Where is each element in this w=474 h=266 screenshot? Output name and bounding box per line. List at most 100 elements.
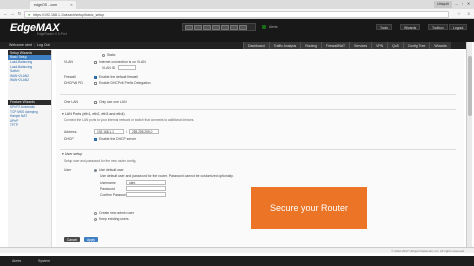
address-bar-row: ← → ↻ ● https://192.168.1.1/wizard/setup… [0,9,474,19]
tab-title: edgeOS - com [34,3,58,7]
port-icon [203,25,211,30]
address-input[interactable]: 192.168.1.1 [94,129,124,134]
user-note: Setup user and password for the new rout… [64,159,137,163]
password-input[interactable] [126,186,166,191]
reload-icon[interactable]: ↻ [17,11,22,17]
tab-wizards[interactable]: Wizards [429,42,451,49]
footer: © 2012-2017 Ubiquiti Networks, Inc. All … [0,247,474,253]
use-default-radio[interactable] [94,168,97,172]
tools-button[interactable]: Tools [376,24,392,30]
dhcpv6-label: DHCPv6 PD [64,81,83,85]
password-label: Password [100,187,115,191]
welcome-user: Welcome ubnt [9,43,32,47]
vlan-checkbox[interactable] [94,60,97,64]
cancel-button[interactable]: Cancel [64,237,80,242]
create-new-radio[interactable] [94,211,97,215]
toolbox-button[interactable]: Toolbox [428,24,448,30]
port-icon [185,25,193,30]
back-icon[interactable]: ← [3,11,8,17]
minimize-icon[interactable]: – [454,1,459,7]
dhcp-server-checkbox[interactable] [94,137,97,141]
promo-text: Secure your Router [269,203,349,213]
lock-icon: ● [28,12,31,17]
profile-button[interactable]: Ubiquiti [434,1,452,8]
url-text: https://192.168.1.1/wizard/setup/basic_s… [33,12,105,17]
close-tab-icon[interactable]: ✕ [70,3,73,7]
apply-button[interactable]: Apply [84,237,98,242]
keep-existing-label: Keep existing users [99,217,129,221]
lan-note: Connect the LAN ports to your internal n… [64,118,195,122]
confirm-password-label: Confirm Password [100,193,128,197]
scrollbar-thumb[interactable] [468,56,472,116]
wizards-button[interactable]: Wizards [400,24,421,30]
system-tab[interactable]: System [38,259,50,263]
app-header: EdgeMAX EdgeRouter X 5-Port Alerts Tools… [0,19,474,42]
tab-firewall-nat[interactable]: Firewall/NAT [320,42,350,49]
device-subtitle: EdgeRouter X 5-Port [37,32,67,36]
main-nav: Welcome ubnt | Log Out Dashboard Traffic A… [0,42,466,49]
firewall-label: Firewall [64,75,76,79]
use-default-label: Use default user [99,168,124,172]
promo-banner: Secure your Router [251,187,367,229]
tab-qos[interactable]: QoS [387,42,403,49]
welcome-text: Welcome ubnt | Log Out [9,43,50,47]
port-icon [212,25,220,30]
wizard-sidebar: Setup Wizards Basic Setup Load-Balancing… [8,50,52,247]
firewall-checkbox[interactable] [94,75,97,79]
username-label: Username [100,181,116,185]
user-hint: Use default user and password for the ro… [100,174,234,178]
dhcp-row: Static [64,53,115,57]
tab-services[interactable]: Services [349,42,372,49]
dhcp-server-label: DHCP [64,137,74,141]
user-section-title[interactable]: ▾ User setup [62,152,82,156]
close-window-icon[interactable]: ✕ [466,1,471,7]
divider [60,109,456,110]
static-label: Static [107,53,116,57]
status-led-icon [262,25,266,29]
status-text: Alerts [269,25,278,29]
vlan-id-label: VLAN ID [102,66,116,70]
bottom-bar: Alerts System [0,256,474,266]
tab-dashboard[interactable]: Dashboard [243,42,269,49]
menu-icon[interactable]: ≡ [467,11,470,16]
address-bar[interactable]: ● https://192.168.1.1/wizard/setup/basic… [24,10,449,18]
keep-existing-radio[interactable] [94,217,97,221]
port-status-panel [182,23,256,31]
page-scrollbar[interactable] [466,42,472,247]
vlan-id-input[interactable] [118,65,136,70]
netmask-input[interactable]: 255.255.255.0 [129,129,159,134]
confirm-password-input[interactable] [126,192,166,197]
firewall-option: Enable the default firewall [94,75,138,79]
nav-tabs: Dashboard Traffic Analysis Routing Firew… [243,42,451,49]
dhcpv6-checkbox[interactable] [94,81,97,85]
copyright-text: © 2012-2017 Ubiquiti Networks, Inc. All … [391,249,464,253]
tab-routing[interactable]: Routing [300,42,321,49]
dhcpv6-option: Enable DHCPv6 Prefix Delegation [94,81,150,85]
one-lan-checkbox[interactable] [94,100,97,104]
port-icon [239,25,247,30]
firewall-check-label: Enable the default firewall [99,75,138,79]
tab-vpn[interactable]: VPN [371,42,388,49]
logout-link[interactable]: Log Out [37,43,50,47]
divider [60,94,456,95]
forward-icon[interactable]: → [10,11,15,17]
sidebar-item-tftp[interactable]: TFTP [8,123,51,128]
maximize-icon[interactable]: ▫ [460,1,465,7]
username-input[interactable]: ubnt [126,180,166,185]
status-area: Alerts [262,25,278,29]
address-label: Address [64,130,77,134]
dhcp-server-check-label: Enable the DHCP server [99,137,137,141]
browser-tab[interactable]: edgeOS - com ✕ [30,1,76,9]
alerts-tab[interactable]: Alerts [12,259,21,263]
one-lan-label: One LAN [64,100,78,104]
create-new-option: Create new admin user [94,211,134,215]
tab-config-tree[interactable]: Config Tree [402,42,430,49]
lan-section-title[interactable]: ▾ LAN Ports (eth1, eth2, eth3 and eth4) [62,112,125,116]
divider [60,149,456,150]
static-radio[interactable] [102,53,105,57]
vlan-label: VLAN [64,60,73,64]
logout-button[interactable]: Logout [449,24,468,30]
bookmark-star-icon[interactable]: ☆ [457,11,461,17]
tab-traffic-analysis[interactable]: Traffic Analysis [268,42,301,49]
port-icon [230,25,238,30]
